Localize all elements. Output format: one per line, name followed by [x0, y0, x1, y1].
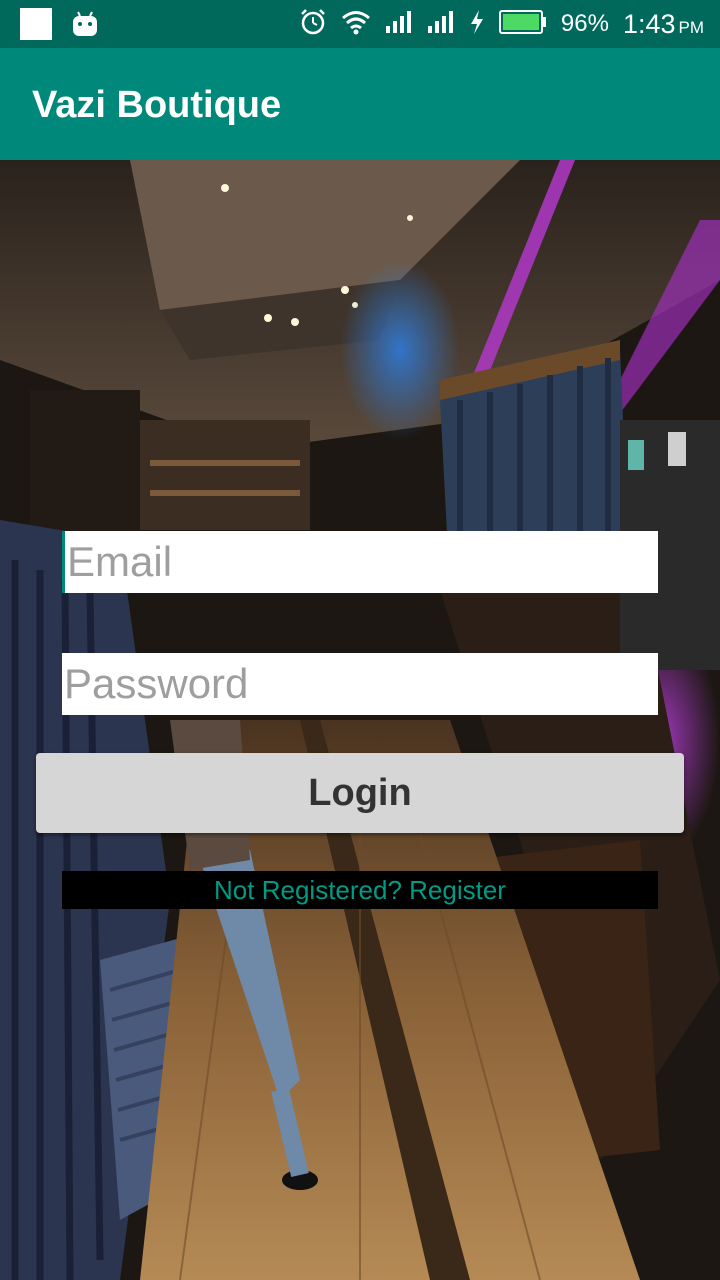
alarm-icon [299, 8, 327, 40]
boutique-background-image [0, 160, 720, 1280]
android-icon [72, 10, 98, 42]
charging-icon [469, 9, 485, 39]
password-field[interactable] [62, 653, 658, 715]
status-bar: 96% 1:43 PM [0, 0, 720, 48]
signal-icon [427, 10, 455, 38]
login-button[interactable]: Login [36, 753, 684, 833]
clock-time: 1:43 [622, 8, 676, 39]
battery-icon [498, 9, 547, 39]
app-bar: Vazi Boutique [0, 48, 720, 160]
battery-percent: 96% [560, 10, 609, 37]
signal-icon [385, 10, 413, 38]
register-link[interactable]: Not Registered? Register [62, 871, 658, 909]
wifi-icon [341, 9, 371, 39]
email-field[interactable] [62, 531, 658, 593]
clock-suffix: PM [678, 17, 705, 37]
app-title: Vazi Boutique [32, 84, 282, 126]
clock: 1:43 PM [623, 9, 704, 40]
notification-square-icon [20, 8, 52, 40]
